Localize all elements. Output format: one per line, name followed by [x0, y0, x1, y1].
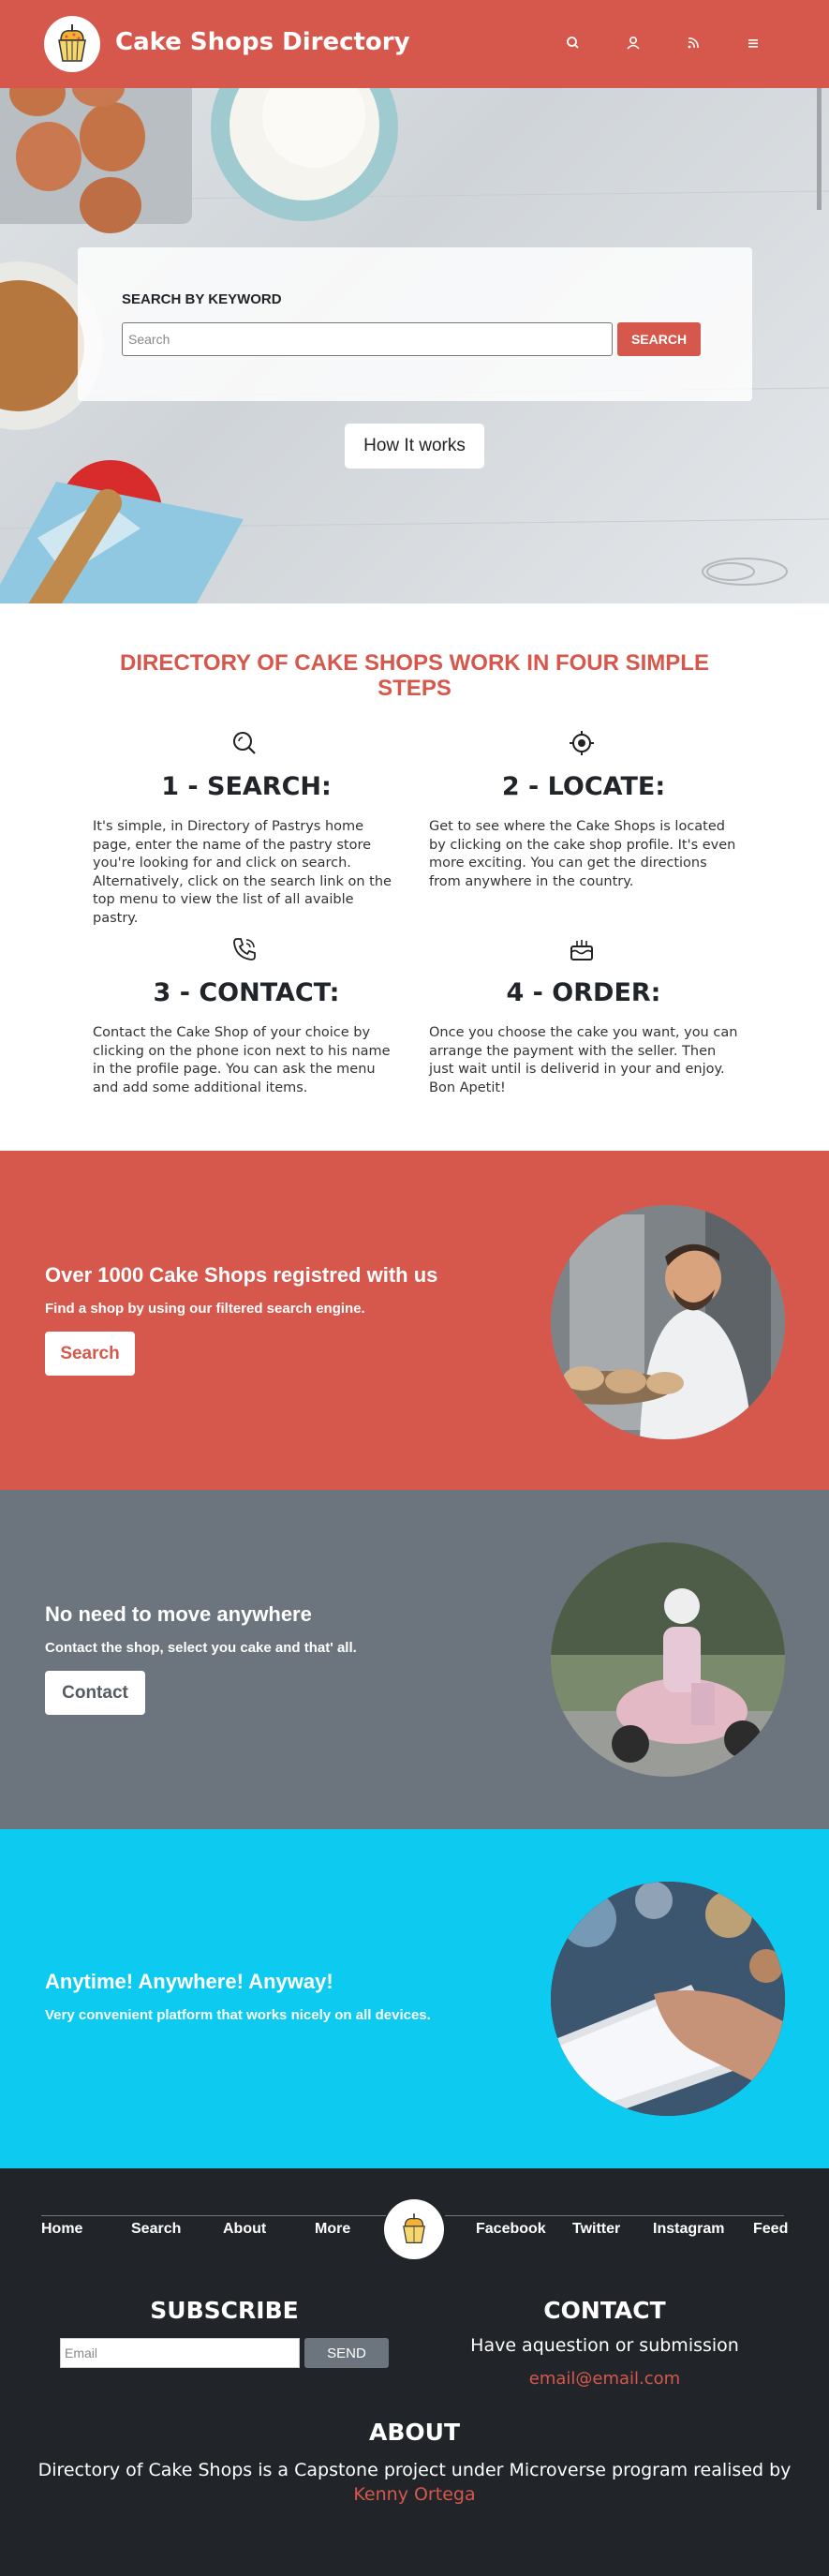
step-1-text: It's simple, in Directory of Pastrys hom…	[93, 819, 392, 926]
step-3-text: Contact the Cake Shop of your choice by …	[93, 1025, 391, 1095]
band-contact-button[interactable]: Contact	[45, 1671, 145, 1715]
no-need-to-move-band: No need to move anywhere Contact the sho…	[0, 1490, 829, 1829]
search-icon[interactable]	[565, 35, 582, 52]
hero-section: SEARCH BY KEYWORD SEARCH How It works	[0, 88, 829, 603]
menu-icon[interactable]	[745, 35, 762, 52]
footer: Home Search About More Facebook Twitter …	[0, 2168, 829, 2576]
band-1-title: Over 1000 Cake Shops registred with us	[45, 1263, 438, 1287]
crosshair-icon	[570, 731, 594, 755]
step-3-heading: 3 - CONTACT:	[153, 978, 340, 1007]
footer-link-instagram[interactable]: Instagram	[653, 2221, 724, 2238]
search-box: SEARCH BY KEYWORD SEARCH	[78, 247, 752, 401]
phone-hand-photo	[551, 1882, 785, 2116]
cupcake-logo[interactable]	[44, 16, 100, 72]
footer-link-facebook[interactable]: Facebook	[476, 2221, 546, 2238]
band-1-subtitle: Find a shop by using our filtered search…	[45, 1301, 365, 1317]
cake-icon	[570, 940, 593, 960]
contact-text: Have aquestion or submission	[470, 2335, 739, 2356]
user-icon[interactable]	[625, 35, 642, 52]
contact-email-link[interactable]: email@email.com	[440, 2369, 769, 2389]
phone-icon	[233, 938, 256, 960]
rss-icon[interactable]	[685, 35, 702, 52]
about-author-link[interactable]: Kenny Ortega	[0, 2484, 829, 2505]
footer-divider-left	[41, 2215, 386, 2216]
send-button[interactable]: SEND	[304, 2338, 389, 2368]
band-search-button[interactable]: Search	[45, 1332, 135, 1376]
band-3-subtitle: Very convenient platform that works nice…	[45, 2007, 431, 2023]
band-3-title: Anytime! Anywhere! Anyway!	[45, 1970, 333, 1993]
contact-title: CONTACT	[543, 2297, 666, 2324]
footer-divider-right	[445, 2215, 784, 2216]
step-2-heading: 2 - LOCATE:	[501, 772, 666, 801]
baker-photo	[551, 1205, 785, 1439]
scooter-photo	[551, 1542, 785, 1777]
search-input[interactable]	[122, 322, 613, 356]
subscribe-title: SUBSCRIBE	[150, 2297, 299, 2324]
footer-logo[interactable]	[384, 2199, 444, 2259]
shops-registered-band: Over 1000 Cake Shops registred with us F…	[0, 1151, 829, 1490]
step-4-text: Once you choose the cake you want, you c…	[429, 1025, 738, 1095]
footer-link-about[interactable]: About	[223, 2221, 266, 2238]
email-field[interactable]	[60, 2338, 300, 2368]
search-button[interactable]: SEARCH	[617, 322, 701, 356]
cupcake-icon	[403, 2213, 425, 2243]
how-it-works-button[interactable]: How It works	[345, 424, 484, 469]
step-4-heading: 4 - ORDER:	[506, 978, 661, 1007]
top-navbar: Cake Shops Directory	[0, 0, 829, 88]
brand-title[interactable]: Cake Shops Directory	[115, 28, 410, 56]
footer-link-more[interactable]: More	[315, 2221, 350, 2238]
step-2-text: Get to see where the Cake Shops is locat…	[429, 819, 736, 889]
band-2-subtitle: Contact the shop, select you cake and th…	[45, 1640, 357, 1656]
search-label: SEARCH BY KEYWORD	[122, 291, 282, 307]
footer-link-home[interactable]: Home	[41, 2221, 82, 2238]
band-2-title: No need to move anywhere	[45, 1602, 312, 1626]
footer-link-twitter[interactable]: Twitter	[572, 2221, 620, 2238]
step-1-heading: 1 - SEARCH:	[161, 772, 332, 801]
footer-link-feed[interactable]: Feed	[753, 2221, 788, 2238]
steps-title: DIRECTORY OF CAKE SHOPS WORK IN FOUR SIM…	[120, 650, 709, 701]
anytime-anywhere-band: Anytime! Anywhere! Anyway! Very convenie…	[0, 1829, 829, 2168]
search-zoom-icon	[233, 732, 256, 754]
footer-link-search[interactable]: Search	[131, 2221, 181, 2238]
about-title: ABOUT	[368, 2419, 460, 2446]
cupcake-icon	[58, 24, 86, 62]
about-text: Directory of Cake Shops is a Capstone pr…	[37, 2460, 792, 2480]
